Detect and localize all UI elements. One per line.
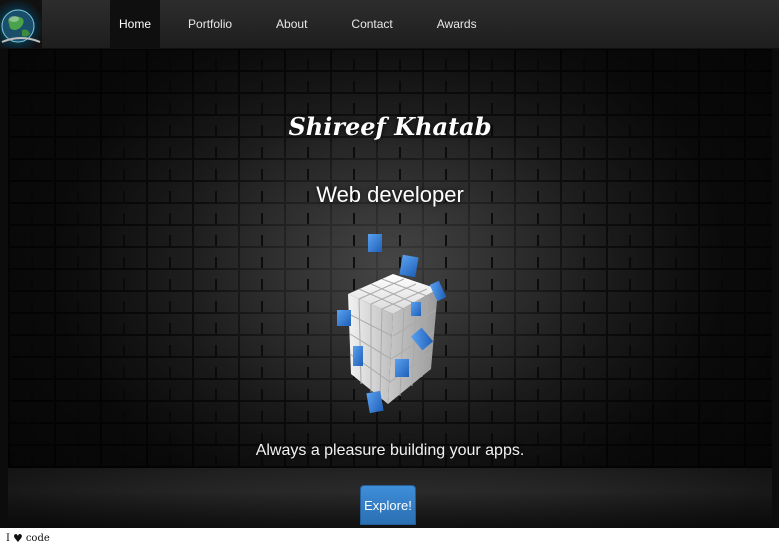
hero-name: Shireef Khatab <box>288 112 492 141</box>
nav-item-portfolio[interactable]: Portfolio <box>172 0 248 48</box>
footer: I ♥ code <box>0 528 779 552</box>
cube-blocks-icon <box>323 234 453 426</box>
nav-item-contact[interactable]: Contact <box>335 0 408 48</box>
footer-prefix: I <box>6 533 10 544</box>
nav-item-about[interactable]: About <box>260 0 323 48</box>
footer-credit: I ♥ code <box>6 531 50 545</box>
globe-logo-icon[interactable] <box>0 0 42 48</box>
hero-section: Shireef Khatab Web developer Always a pl… <box>8 48 772 528</box>
page: Home Portfolio About Contact Awards Shir… <box>0 0 779 552</box>
explore-button[interactable]: Explore! <box>360 485 416 525</box>
heart-icon: ♥ <box>12 531 23 545</box>
hero-role: Web developer <box>316 182 464 207</box>
nav-item-awards[interactable]: Awards <box>421 0 493 48</box>
hero-tagline: Always a pleasure building your apps. <box>255 442 525 459</box>
navbar: Home Portfolio About Contact Awards <box>0 0 779 49</box>
nav-item-home[interactable]: Home <box>110 0 161 48</box>
nav-menu: Home Portfolio About Contact Awards <box>110 0 505 48</box>
footer-suffix: code <box>25 533 50 544</box>
